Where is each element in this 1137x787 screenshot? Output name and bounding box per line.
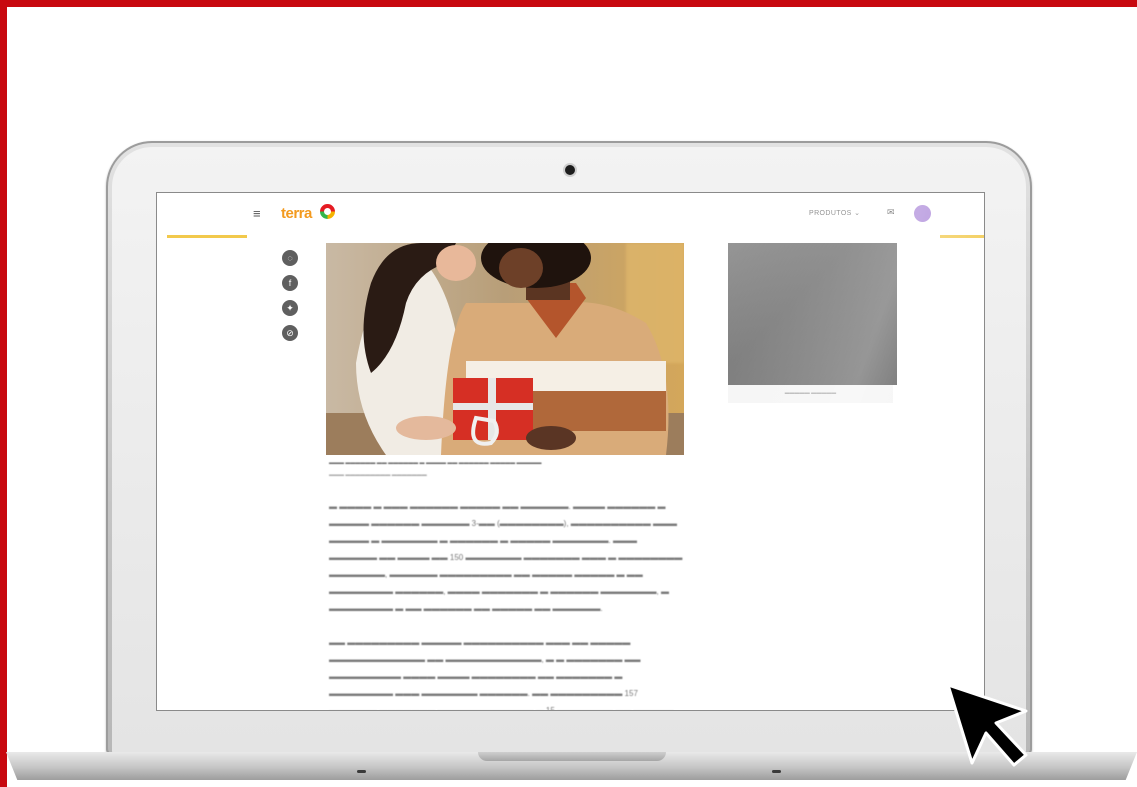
ad-banner[interactable] (728, 243, 897, 385)
photo-credit: ▬▬▬ ▬▬▬▬▬▬▬▬▬ ▬▬▬▬▬▬▬ (329, 472, 427, 478)
header-accent-right (940, 235, 984, 238)
logo-mark-icon (320, 204, 335, 219)
top-frame-bar (0, 0, 1137, 7)
avatar[interactable] (914, 205, 931, 222)
chevron-down-icon: ⌄ (854, 210, 861, 217)
article-body: ▬ ▬▬▬▬ ▬ ▬▬▬ ▬▬▬▬▬▬ ▬▬▬▬▬ ▬▬ ▬▬▬▬▬▬. ▬▬▬… (329, 498, 684, 710)
couple-gift-illustration (326, 243, 684, 455)
laptop-screen: ≡ terra PRODUTOS ⌄ ✉ ◌ f ✦ ⊘ ▬▬▬ ▬▬▬▬▬▬ … (157, 193, 984, 710)
laptop-foot (772, 770, 781, 773)
site-header: ≡ terra PRODUTOS ⌄ ✉ (157, 193, 984, 235)
products-label: PRODUTOS (809, 210, 852, 217)
left-frame-bar (0, 0, 7, 787)
facebook-icon[interactable]: f (282, 275, 298, 291)
mouse-cursor-icon (946, 683, 1028, 767)
products-menu[interactable]: PRODUTOS ⌄ (809, 209, 860, 217)
twitter-icon[interactable]: ✦ (282, 300, 298, 316)
article-photo (326, 243, 684, 455)
camera (565, 165, 575, 175)
link-icon[interactable]: ⊘ (282, 325, 298, 341)
laptop-foot (357, 770, 366, 773)
site-logo[interactable]: terra (281, 205, 312, 222)
hamburger-icon[interactable]: ≡ (253, 207, 261, 221)
laptop-notch (478, 752, 666, 761)
photo-caption: ▬▬▬ ▬▬▬▬▬▬ ▬▬ ▬▬▬▬▬▬ ▬ ▬▬▬▬ ▬▬ ▬▬▬▬▬▬ ▬▬… (329, 460, 542, 466)
article-paragraph: ▬▬ ▬▬▬▬▬▬▬▬▬ ▬▬▬▬▬ ▬▬▬▬▬▬▬▬▬▬ ▬▬▬ ▬▬ ▬▬▬… (329, 638, 676, 710)
whatsapp-icon[interactable]: ◌ (282, 250, 298, 266)
header-accent-left (167, 235, 247, 238)
mail-icon[interactable]: ✉ (887, 207, 895, 218)
ad-label: ▬▬▬▬▬ ▬▬▬▬▬ (784, 390, 837, 396)
article-paragraph: ▬ ▬▬▬▬ ▬ ▬▬▬ ▬▬▬▬▬▬ ▬▬▬▬▬ ▬▬ ▬▬▬▬▬▬. ▬▬▬… (329, 502, 683, 613)
